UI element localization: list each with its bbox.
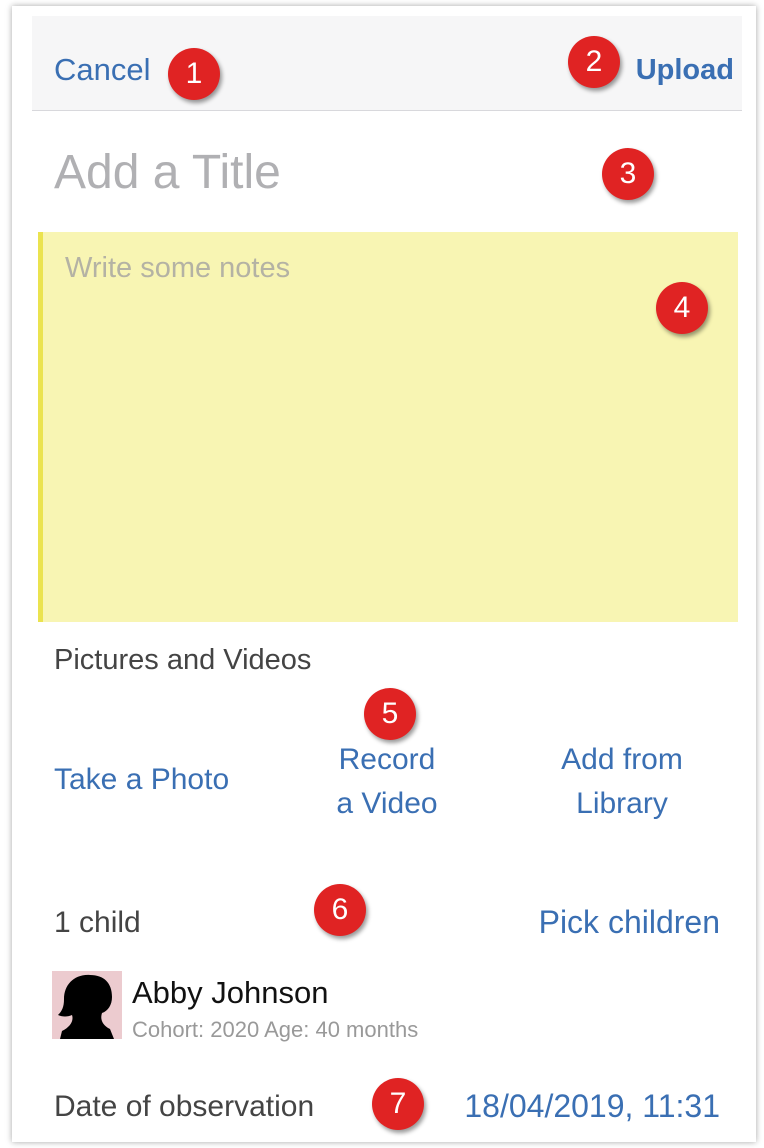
record-video-button[interactable]: Record a Video	[312, 738, 462, 826]
annotation-badge-5: 5	[364, 688, 416, 740]
observation-form: Cancel Upload Pictures and Videos Take a…	[12, 6, 756, 1142]
cancel-button[interactable]: Cancel	[54, 52, 151, 88]
title-input[interactable]	[52, 136, 616, 208]
add-library-label-line1: Add from	[561, 743, 683, 776]
navigation-bar: Cancel Upload	[32, 16, 742, 111]
annotation-badge-6: 6	[314, 884, 366, 936]
date-of-observation-value[interactable]: 18/04/2019, 11:31	[464, 1088, 720, 1125]
annotation-badge-4: 4	[656, 282, 708, 334]
take-photo-label: Take a Photo	[54, 763, 230, 796]
add-from-library-button[interactable]: Add from Library	[532, 738, 712, 826]
pictures-videos-label: Pictures and Videos	[54, 644, 312, 676]
child-silhouette-icon	[52, 971, 122, 1039]
upload-button[interactable]: Upload	[636, 54, 734, 87]
child-name: Abby Johnson	[132, 975, 329, 1010]
add-library-label-line2: Library	[576, 787, 668, 820]
notes-textarea[interactable]	[38, 232, 738, 622]
record-video-label-line1: Record	[338, 743, 436, 776]
annotation-badge-2: 2	[568, 36, 620, 88]
child-meta: Cohort: 2020 Age: 40 months	[132, 1017, 419, 1042]
take-photo-button[interactable]: Take a Photo	[54, 758, 229, 802]
annotation-badge-3: 3	[602, 148, 654, 200]
record-video-label-line2: a Video	[336, 787, 438, 820]
child-count: 1 child	[54, 906, 141, 939]
date-of-observation-label: Date of observation	[54, 1090, 315, 1123]
child-list-item[interactable]: Abby Johnson Cohort: 2020 Age: 40 months	[52, 969, 732, 1042]
annotation-badge-1: 1	[168, 48, 220, 100]
pick-children-button[interactable]: Pick children	[539, 904, 720, 941]
annotation-badge-7: 7	[372, 1078, 424, 1130]
